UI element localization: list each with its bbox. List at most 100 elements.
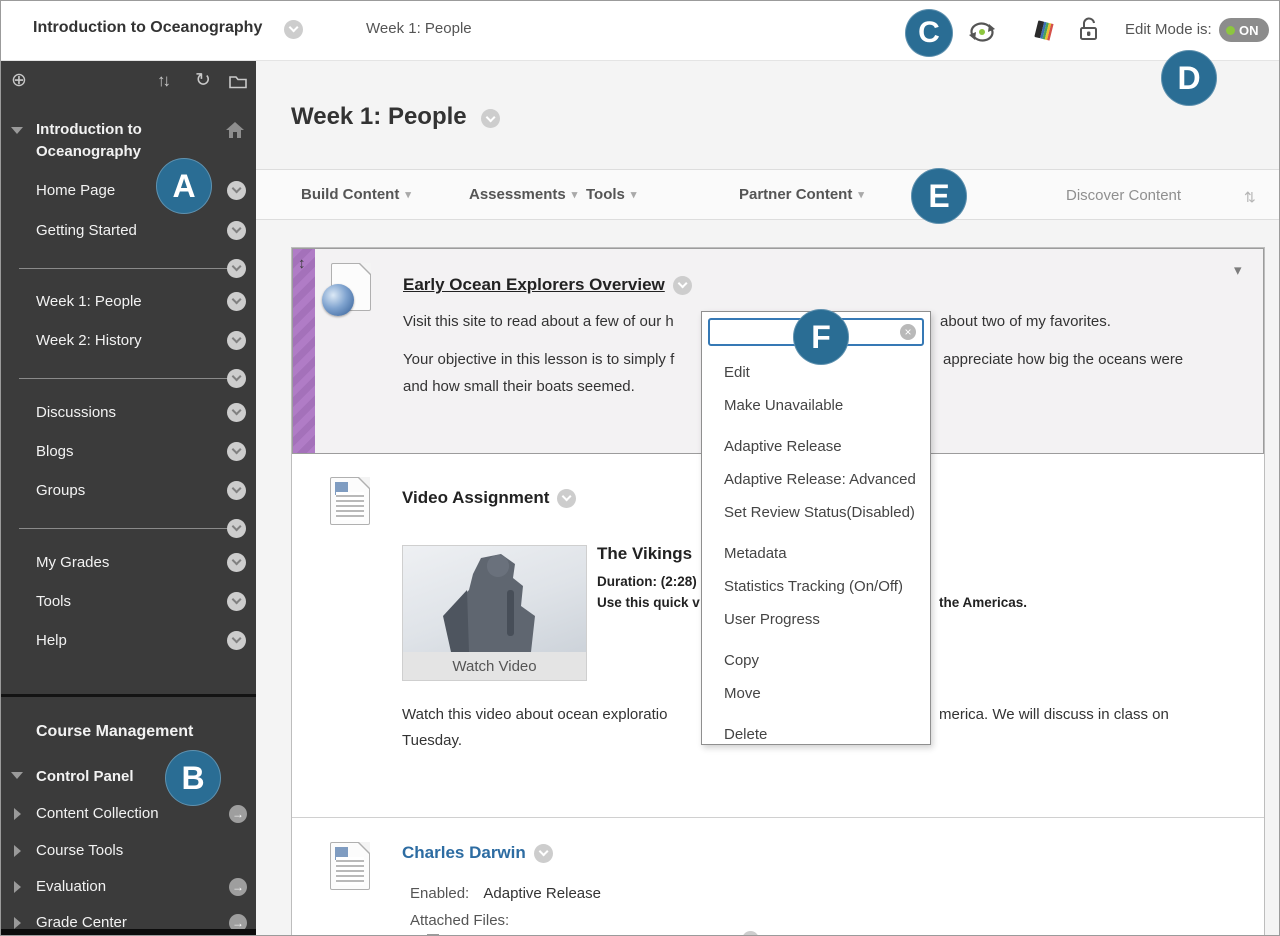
menu-item-move[interactable]: Move [702,677,930,710]
divider-options-chevron-icon[interactable] [227,519,246,538]
video-caption: the Americas. [939,595,1028,610]
menu-item-user-progress[interactable]: User Progress [702,603,930,636]
getting-started-options-chevron-icon[interactable] [227,221,246,240]
attachment-options-chevron-icon[interactable] [742,931,760,935]
folder-view-icon[interactable] [229,74,247,89]
help-options-chevron-icon[interactable] [227,631,246,650]
annotation-badge-e: E [911,168,967,224]
item-description: about two of my favorites. [940,313,1111,330]
sidebar-item-content-collection[interactable]: Content Collection [36,805,159,822]
my-grades-options-chevron-icon[interactable] [227,553,246,572]
evaluation-expand-icon[interactable] [14,881,21,893]
clear-search-icon[interactable]: × [900,324,916,340]
sidebar-item-groups[interactable]: Groups [36,482,85,499]
item-title-link[interactable]: Early Ocean Explorers Overview [403,275,665,295]
chevron-down-icon: ▾ [571,189,578,201]
watch-video-button[interactable]: Watch Video [403,652,586,680]
menu-item-make-unavailable[interactable]: Make Unavailable [702,389,930,422]
refresh-icon[interactable]: ↻ [195,71,211,90]
unlock-icon[interactable] [1077,17,1101,43]
week1-options-chevron-icon[interactable] [227,292,246,311]
menu-item-adaptive-release-advanced[interactable]: Adaptive Release: Advanced [702,463,930,496]
content-collection-expand-icon[interactable] [14,808,21,820]
edit-mode-toggle[interactable]: ON [1219,18,1269,42]
video-caption: Use this quick v [597,595,700,610]
sidebar-item-discussions[interactable]: Discussions [36,404,116,421]
content-document-icon [330,842,370,890]
menu-item-copy[interactable]: Copy [702,644,930,677]
divider-options-chevron-icon[interactable] [227,259,246,278]
item-title[interactable]: Video Assignment [402,488,549,508]
assessments-button[interactable]: Assessments ▾ [469,186,577,203]
course-title-chevron-icon[interactable] [284,20,303,39]
tools-button[interactable]: Tools ▾ [586,186,636,203]
evaluation-open-icon[interactable]: → [229,878,247,896]
item-options-chevron-icon[interactable] [672,275,692,295]
sidebar-bottom-bar [1,929,256,935]
menu-item-metadata[interactable]: Metadata [702,537,930,570]
menu-item-adaptive-release[interactable]: Adaptive Release [702,430,930,463]
attachment-link[interactable]: Darwin's Voyage on the HMS Beagle (PDF f… [447,932,734,936]
sidebar-item-home-page[interactable]: Home Page [36,182,115,199]
annotation-badge-b: B [165,750,221,806]
menu-item-statistics-tracking[interactable]: Statistics Tracking (On/Off) [702,570,930,603]
groups-options-chevron-icon[interactable] [227,481,246,500]
reorder-icon[interactable]: ↑↓ [157,72,171,89]
add-menu-item-icon[interactable]: ⊕ [11,71,27,90]
menu-item-set-review-status[interactable]: Set Review Status(Disabled) [702,496,930,529]
breadcrumb: Week 1: People [366,20,472,37]
sidebar-item-control-panel[interactable]: Control Panel [36,768,134,785]
home-page-options-chevron-icon[interactable] [227,181,246,200]
item-description: and how small their boats seemed. [403,378,635,395]
student-preview-icon[interactable] [967,21,997,43]
sidebar-course-name[interactable]: Introduction to Oceanography [36,119,196,163]
home-icon[interactable] [225,121,245,139]
annotation-badge-f: F [793,309,849,365]
content-collection-open-icon[interactable]: → [229,805,247,823]
menu-divider [19,268,237,269]
course-tools-expand-icon[interactable] [14,845,21,857]
selection-purple-bar: ↕ [293,249,315,453]
discussions-options-chevron-icon[interactable] [227,403,246,422]
sidebar-item-my-grades[interactable]: My Grades [36,554,109,571]
sort-icon[interactable]: ⇅ [1244,189,1256,206]
tools-options-chevron-icon[interactable] [227,592,246,611]
build-content-button[interactable]: Build Content ▾ [301,186,411,203]
video-thumbnail[interactable]: Watch Video [402,545,587,681]
collapse-item-icon[interactable]: ▾ [1234,261,1242,279]
item-description: merica. We will discuss in class on [939,706,1169,723]
item-options-chevron-icon[interactable] [557,488,577,508]
week2-options-chevron-icon[interactable] [227,331,246,350]
item-divider [292,817,1264,818]
video-duration: Duration: (2:28) [597,574,697,589]
divider-options-chevron-icon[interactable] [227,369,246,388]
discover-content-button[interactable]: Discover Content [1066,187,1181,204]
sidebar-item-blogs[interactable]: Blogs [36,443,74,460]
sidebar-item-getting-started[interactable]: Getting Started [36,222,137,239]
sidebar-item-tools[interactable]: Tools [36,593,71,610]
theme-palette-icon[interactable] [1033,20,1055,42]
grade-center-expand-icon[interactable] [14,917,21,929]
attachment-size: (37.169 KB) [767,932,843,936]
item-options-context-menu: × Edit Make Unavailable Adaptive Release… [701,311,931,745]
sidebar-item-help[interactable]: Help [36,632,67,649]
enabled-label: Enabled: [410,885,470,902]
course-name-collapse-icon[interactable] [11,127,23,134]
control-panel-collapse-icon[interactable] [11,772,23,779]
menu-item-delete[interactable]: Delete [702,718,930,751]
drag-handle-icon[interactable]: ↕ [298,255,306,272]
item-description: Your objective in this lesson is to simp… [403,351,675,368]
page-title-chevron-icon[interactable] [481,109,501,129]
course-title: Introduction to Oceanography [33,19,263,36]
sidebar-item-course-tools[interactable]: Course Tools [36,842,123,859]
item-title-link[interactable]: Charles Darwin [402,843,526,863]
sidebar-item-evaluation[interactable]: Evaluation [36,878,106,895]
blogs-options-chevron-icon[interactable] [227,442,246,461]
sidebar-item-week1[interactable]: Week 1: People [36,293,142,310]
item-options-chevron-icon[interactable] [533,843,553,863]
enabled-value: Adaptive Release [483,885,601,902]
item-description: appreciate how big the oceans were [943,351,1184,368]
partner-content-button[interactable]: Partner Content ▾ [739,186,864,203]
sidebar-item-week2[interactable]: Week 2: History [36,332,142,349]
chevron-down-icon: ▾ [858,189,864,201]
